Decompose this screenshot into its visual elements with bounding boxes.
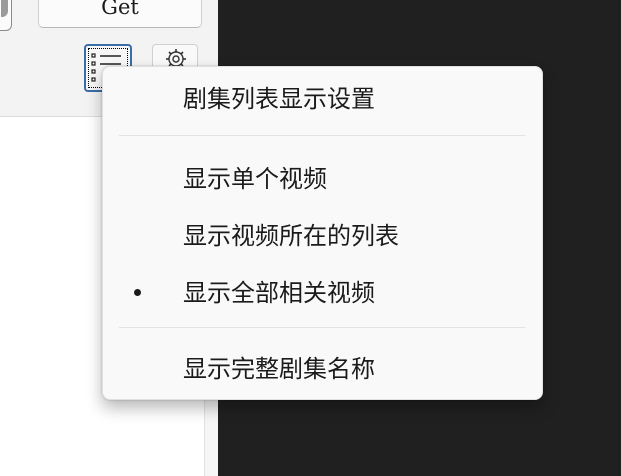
menu-item-show-single-video[interactable]: 显示单个视频 <box>107 155 538 203</box>
search-field[interactable] <box>0 0 12 31</box>
menu-item-label: 显示全部相关视频 <box>183 279 375 307</box>
menu-item-show-video-list[interactable]: 显示视频所在的列表 <box>107 212 538 260</box>
episode-list-display-menu: 剧集列表显示设置 显示单个视频 显示视频所在的列表 显示全部相关视频 显示完整剧… <box>102 66 543 400</box>
menu-divider <box>119 327 525 328</box>
menu-item-label: 显示完整剧集名称 <box>183 355 375 383</box>
menu-item-label: 显示视频所在的列表 <box>183 222 399 250</box>
menu-item-label: 显示单个视频 <box>183 165 327 193</box>
menu-item-show-full-episode-name[interactable]: 显示完整剧集名称 <box>107 345 538 393</box>
selected-bullet-icon <box>134 289 141 296</box>
menu-item-show-all-related-videos[interactable]: 显示全部相关视频 <box>107 269 538 317</box>
menu-header: 剧集列表显示设置 <box>183 85 375 113</box>
menu-divider <box>119 135 525 136</box>
get-button[interactable]: Get <box>38 0 202 28</box>
